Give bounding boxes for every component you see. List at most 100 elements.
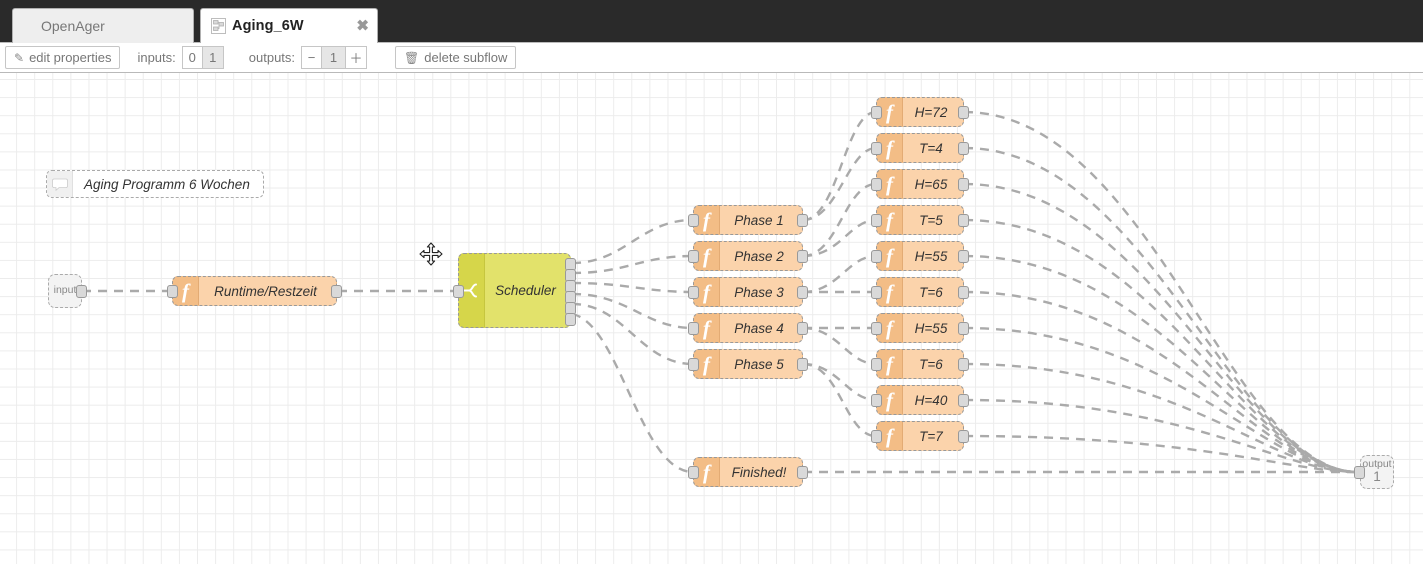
outputs-increment-button[interactable]: ＋ bbox=[346, 46, 368, 69]
tab-bar: OpenAger Aging_6W ✖ bbox=[0, 0, 1423, 43]
function-node-phase-4[interactable]: f Phase 4 bbox=[688, 313, 808, 343]
function-node-t6-b[interactable]: f T=6 bbox=[871, 349, 969, 379]
port-out[interactable] bbox=[958, 214, 969, 227]
port-out[interactable] bbox=[797, 358, 808, 371]
inputs-selector[interactable]: 0 1 bbox=[181, 46, 224, 69]
port-out[interactable] bbox=[797, 286, 808, 299]
function-node-label: H=72 bbox=[914, 104, 948, 120]
comment-node[interactable]: Aging Programm 6 Wochen bbox=[46, 170, 264, 198]
port-in[interactable] bbox=[871, 178, 882, 191]
port-in[interactable] bbox=[688, 214, 699, 227]
port-in[interactable] bbox=[1354, 466, 1365, 479]
function-node-phase-1[interactable]: f Phase 1 bbox=[688, 205, 808, 235]
port-out[interactable] bbox=[958, 106, 969, 119]
move-cursor-icon bbox=[419, 242, 443, 266]
port-in[interactable] bbox=[871, 394, 882, 407]
edit-properties-label: edit properties bbox=[29, 50, 112, 65]
function-node-label: Phase 4 bbox=[734, 320, 784, 336]
port-out[interactable] bbox=[331, 285, 342, 298]
function-node-runtime-restzeit[interactable]: f Runtime/Restzeit bbox=[167, 276, 342, 306]
tab-openager[interactable]: OpenAger bbox=[12, 8, 194, 43]
port-out[interactable] bbox=[76, 285, 87, 298]
port-out[interactable] bbox=[958, 430, 969, 443]
port-out[interactable] bbox=[797, 214, 808, 227]
function-node-h55-b[interactable]: f H=55 bbox=[871, 313, 969, 343]
port-out[interactable] bbox=[958, 358, 969, 371]
function-node-phase-5[interactable]: f Phase 5 bbox=[688, 349, 808, 379]
subflow-output-number: 1 bbox=[1373, 469, 1381, 485]
port-in[interactable] bbox=[688, 466, 699, 479]
subflow-input-label: input bbox=[53, 284, 77, 297]
port-out[interactable] bbox=[958, 142, 969, 155]
tab-aging-6w[interactable]: Aging_6W ✖ bbox=[200, 8, 378, 43]
function-node-label: Phase 1 bbox=[734, 212, 784, 228]
port-in[interactable] bbox=[871, 214, 882, 227]
port-in[interactable] bbox=[871, 250, 882, 263]
function-node-label: H=40 bbox=[914, 392, 948, 408]
port-out[interactable] bbox=[797, 322, 808, 335]
port-out[interactable] bbox=[797, 466, 808, 479]
flow-canvas[interactable]: Aging Programm 6 Wochen input f Runtime/… bbox=[0, 73, 1423, 564]
port-in[interactable] bbox=[688, 250, 699, 263]
function-node-t7[interactable]: f T=7 bbox=[871, 421, 969, 451]
outputs-value: 1 bbox=[322, 46, 347, 69]
outputs-decrement-button[interactable]: − bbox=[301, 46, 323, 69]
function-node-t5[interactable]: f T=5 bbox=[871, 205, 969, 235]
port-in[interactable] bbox=[871, 322, 882, 335]
subflow-input-node[interactable]: input bbox=[48, 274, 87, 308]
port-in[interactable] bbox=[871, 430, 882, 443]
function-node-label: Finished! bbox=[731, 464, 787, 480]
function-node-phase-2[interactable]: f Phase 2 bbox=[688, 241, 808, 271]
port-in[interactable] bbox=[688, 286, 699, 299]
port-out-5[interactable] bbox=[565, 313, 576, 326]
function-node-label: T=4 bbox=[919, 140, 943, 156]
trash-icon: 🗑 bbox=[404, 50, 420, 65]
function-node-label: Phase 2 bbox=[734, 248, 784, 264]
port-out[interactable] bbox=[958, 322, 969, 335]
tab-aging-6w-label: Aging_6W bbox=[232, 18, 304, 34]
outputs-label: outputs: bbox=[248, 50, 296, 65]
function-node-phase-3[interactable]: f Phase 3 bbox=[688, 277, 808, 307]
function-node-h40[interactable]: f H=40 bbox=[871, 385, 969, 415]
inputs-option-0[interactable]: 0 bbox=[181, 46, 203, 69]
port-in[interactable] bbox=[871, 358, 882, 371]
port-out[interactable] bbox=[797, 250, 808, 263]
tab-openager-label: OpenAger bbox=[41, 18, 105, 34]
port-out[interactable] bbox=[958, 394, 969, 407]
function-node-h55-a[interactable]: f H=55 bbox=[871, 241, 969, 271]
delete-subflow-button[interactable]: 🗑 delete subflow bbox=[395, 46, 517, 69]
function-node-h72[interactable]: f H=72 bbox=[871, 97, 969, 127]
comment-bubble-icon bbox=[47, 171, 73, 197]
outputs-group: outputs: − 1 ＋ bbox=[248, 46, 368, 69]
port-in[interactable] bbox=[871, 286, 882, 299]
inputs-label: inputs: bbox=[137, 50, 176, 65]
port-out[interactable] bbox=[958, 178, 969, 191]
port-in[interactable] bbox=[688, 322, 699, 335]
edit-properties-button[interactable]: ✎ edit properties bbox=[5, 46, 121, 69]
port-in[interactable] bbox=[688, 358, 699, 371]
subflow-output-node[interactable]: output 1 bbox=[1354, 455, 1394, 489]
comment-node-label: Aging Programm 6 Wochen bbox=[84, 176, 250, 192]
subflow-icon bbox=[211, 18, 226, 34]
switch-node-label: Scheduler bbox=[495, 283, 556, 298]
function-node-finished[interactable]: f Finished! bbox=[688, 457, 808, 487]
function-node-t6-a[interactable]: f T=6 bbox=[871, 277, 969, 307]
function-node-h65[interactable]: f H=65 bbox=[871, 169, 969, 199]
function-node-t4[interactable]: f T=4 bbox=[871, 133, 969, 163]
port-in[interactable] bbox=[871, 106, 882, 119]
port-in[interactable] bbox=[167, 285, 178, 298]
port-out[interactable] bbox=[958, 286, 969, 299]
port-in[interactable] bbox=[453, 285, 464, 298]
function-node-label: Phase 5 bbox=[734, 356, 784, 372]
function-node-label: T=7 bbox=[919, 428, 943, 444]
switch-node-scheduler[interactable]: Scheduler bbox=[453, 253, 576, 328]
function-node-label: H=55 bbox=[914, 248, 948, 264]
subflow-toolbar: ✎ edit properties inputs: 0 1 outputs: −… bbox=[0, 43, 1423, 73]
port-out[interactable] bbox=[958, 250, 969, 263]
close-icon[interactable]: ✖ bbox=[356, 19, 369, 34]
port-in[interactable] bbox=[871, 142, 882, 155]
function-node-label: T=6 bbox=[919, 356, 943, 372]
function-node-label: T=5 bbox=[919, 212, 943, 228]
outputs-stepper[interactable]: − 1 ＋ bbox=[301, 46, 368, 69]
inputs-option-1[interactable]: 1 bbox=[202, 46, 224, 69]
